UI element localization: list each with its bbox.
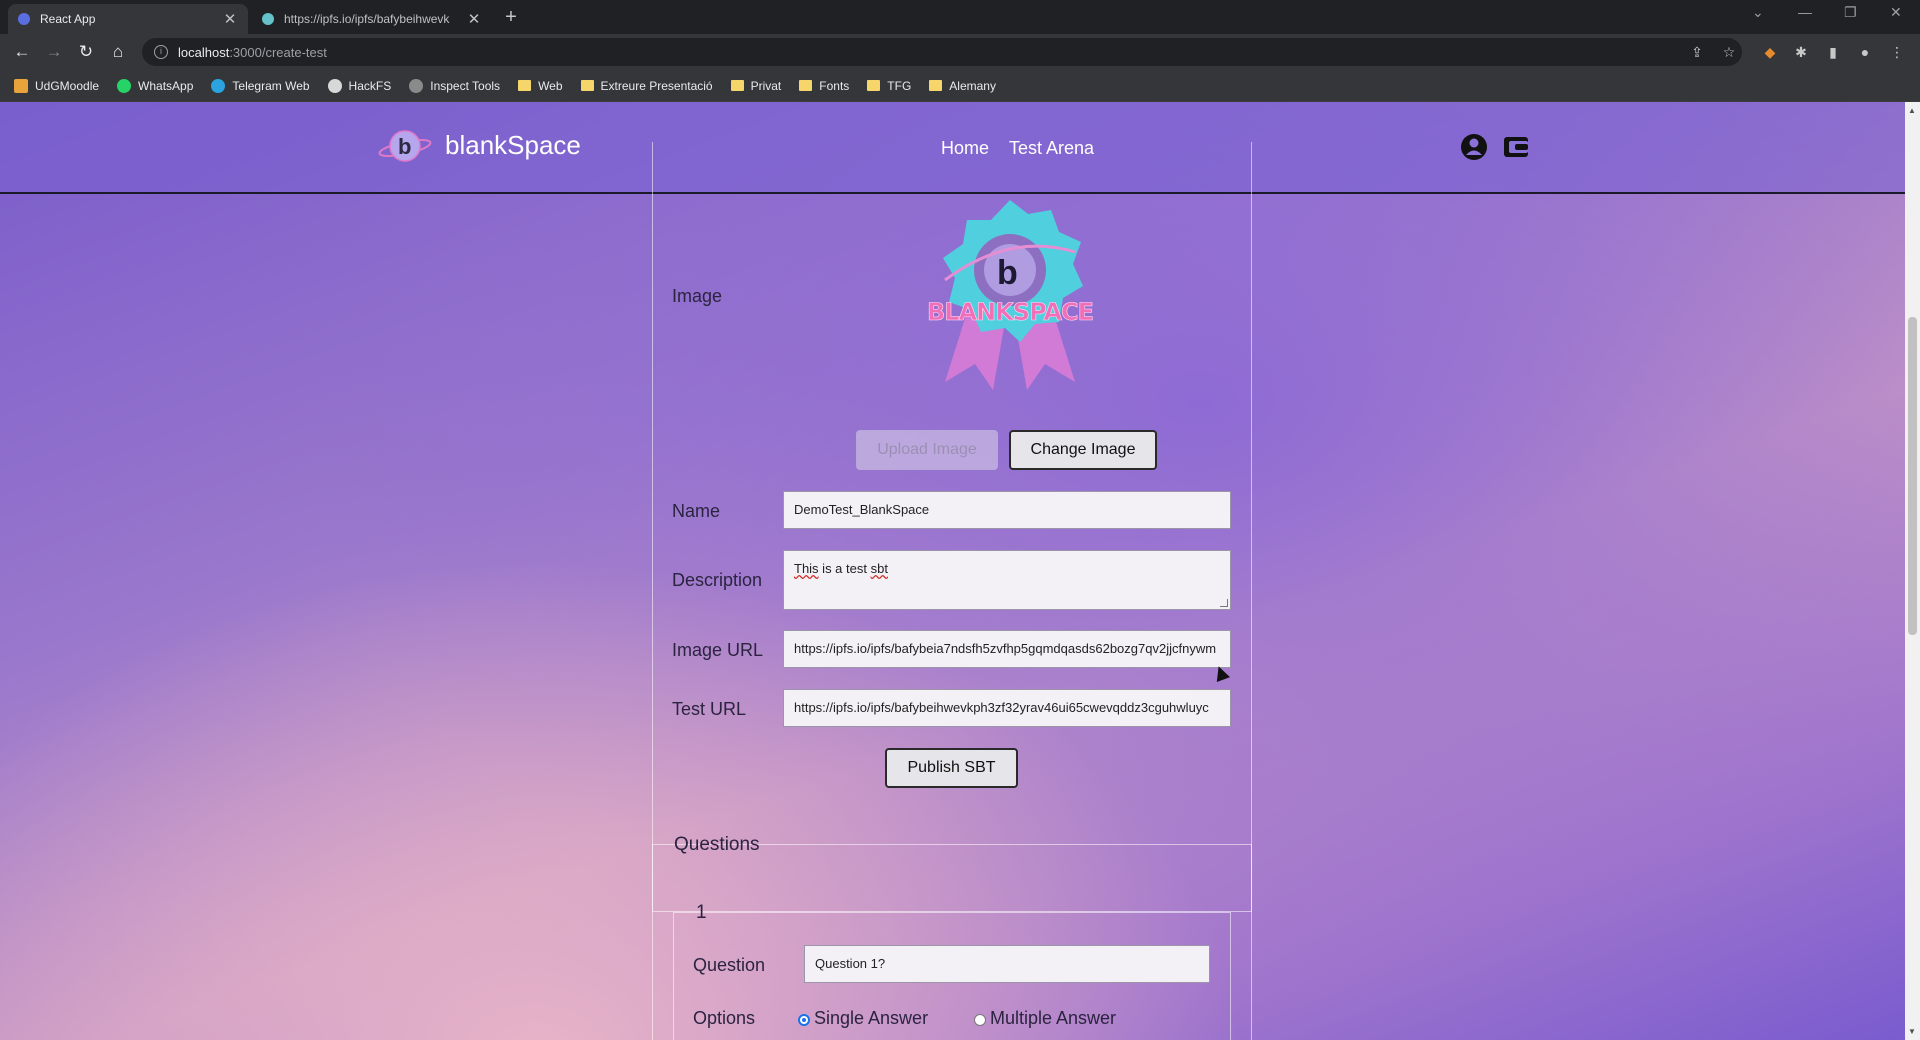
scroll-up-icon[interactable]: ▲	[1908, 106, 1916, 115]
bookmark-privat[interactable]: Privat	[730, 79, 781, 93]
restore-icon[interactable]: ❐	[1844, 4, 1857, 21]
test-url-input[interactable]: https://ipfs.io/ipfs/bafybeihwevkph3zf32…	[783, 689, 1231, 727]
description-word-2: sbt	[870, 561, 888, 576]
close-tab-icon[interactable]: ✕	[466, 10, 482, 28]
wallet-icon[interactable]	[1501, 132, 1531, 162]
bookmark-star-icon[interactable]: ☆	[1719, 42, 1739, 62]
bookmark-telegram[interactable]: Telegram Web	[211, 78, 310, 93]
tab-strip: React App ✕ https://ipfs.io/ipfs/bafybei…	[0, 0, 1920, 34]
description-label: Description	[672, 570, 763, 590]
bookmark-hackfs[interactable]: HackFS	[327, 78, 391, 93]
whatsapp-icon	[117, 78, 132, 93]
sbt-badge-image: b BLANKSPACE	[927, 200, 1094, 390]
options-label: Options	[693, 1008, 756, 1028]
image-label: Image	[672, 286, 723, 306]
change-image-button[interactable]: Change Image	[1009, 430, 1157, 470]
close-tab-icon[interactable]: ✕	[222, 10, 238, 28]
description-word-1: This	[794, 561, 819, 576]
folder-icon	[580, 80, 594, 91]
folder-icon	[518, 80, 532, 91]
url-path: :3000/create-test	[229, 44, 327, 60]
questions-legend: Questions	[674, 834, 760, 855]
address-bar[interactable]: i localhost:3000/create-test	[142, 38, 1742, 66]
react-favicon-icon	[18, 13, 30, 25]
page-scrollbar[interactable]: ▲ ▼	[1905, 102, 1920, 1040]
reload-icon[interactable]: ↻	[74, 40, 98, 64]
scrollbar-thumb[interactable]	[1908, 317, 1917, 635]
minimize-icon[interactable]: —	[1798, 4, 1812, 20]
moodle-icon	[14, 78, 28, 93]
publish-sbt-button[interactable]: Publish SBT	[885, 748, 1018, 788]
user-account-icon[interactable]	[1459, 132, 1489, 162]
scroll-down-icon[interactable]: ▼	[1908, 1027, 1916, 1036]
bookmark-web[interactable]: Web	[518, 79, 563, 93]
name-input[interactable]: DemoTest_BlankSpace	[783, 491, 1231, 529]
bookmark-whatsapp[interactable]: WhatsApp	[117, 78, 193, 93]
bookmark-alemany[interactable]: Alemany	[929, 79, 996, 93]
url-host: localhost	[178, 44, 230, 60]
blankspace-logo-icon[interactable]: b	[378, 124, 432, 168]
upload-image-button[interactable]: Upload Image	[856, 430, 998, 470]
bookmark-udgmoodle[interactable]: UdGMoodle	[14, 78, 99, 93]
svg-text:b: b	[398, 134, 411, 159]
bookmarks-bar: UdGMoodle WhatsApp Telegram Web HackFS I…	[0, 70, 1920, 102]
profile-avatar-icon[interactable]: ●	[1855, 42, 1875, 62]
side-panel-icon[interactable]: ▮	[1823, 42, 1843, 62]
bookmark-extreure[interactable]: Extreure Presentació	[580, 79, 713, 93]
ipfs-favicon-icon	[262, 13, 274, 25]
hackfs-icon	[327, 78, 342, 93]
forward-icon[interactable]: →	[42, 40, 66, 64]
tab-search-icon[interactable]: ⌄	[1752, 4, 1764, 21]
question-number: 1	[696, 902, 707, 923]
tab-title: https://ipfs.io/ipfs/bafybeihwevk	[284, 12, 450, 26]
single-answer-label[interactable]: Single Answer	[814, 1008, 928, 1029]
extensions-icon[interactable]: ✱	[1791, 42, 1811, 62]
description-mid: is a test	[818, 561, 871, 576]
name-label: Name	[672, 501, 721, 521]
resize-handle-icon[interactable]	[1220, 599, 1228, 607]
metamask-extension-icon[interactable]: ◆	[1760, 42, 1780, 62]
single-answer-radio[interactable]	[798, 1014, 810, 1026]
multiple-answer-label[interactable]: Multiple Answer	[990, 1008, 1116, 1029]
bookmark-inspect-tools[interactable]: Inspect Tools	[409, 78, 500, 93]
description-textarea[interactable]: This is a test sbt	[783, 550, 1231, 610]
folder-icon	[867, 80, 881, 91]
new-tab-icon[interactable]: +	[499, 6, 523, 30]
menu-kebab-icon[interactable]: ⋮	[1887, 42, 1907, 62]
home-icon[interactable]: ⌂	[106, 40, 130, 64]
test-url-label: Test URL	[672, 699, 747, 719]
share-icon[interactable]: ⇪	[1687, 42, 1707, 62]
badge-text: BLANKSPACE	[927, 298, 1093, 326]
close-window-icon[interactable]: ✕	[1890, 4, 1902, 21]
tab-ipfs[interactable]: https://ipfs.io/ipfs/bafybeihwevk ✕	[252, 4, 492, 34]
image-url-label: Image URL	[672, 640, 764, 660]
site-info-icon[interactable]: i	[154, 45, 168, 59]
folder-icon	[730, 80, 744, 91]
question-label: Question	[693, 955, 766, 975]
globe-icon	[409, 78, 424, 93]
tab-react-app[interactable]: React App ✕	[8, 4, 248, 34]
telegram-icon	[211, 78, 226, 93]
bookmark-fonts[interactable]: Fonts	[799, 79, 849, 93]
browser-toolbar: ← → ↻ ⌂ i localhost:3000/create-test ⇪ ☆…	[0, 34, 1920, 70]
page-content: b blankSpace Home Test Arena Image b BLA…	[0, 102, 1905, 1040]
image-url-input[interactable]: https://ipfs.io/ipfs/bafybeia7ndsfh5zvfh…	[783, 630, 1231, 668]
folder-icon	[799, 80, 813, 91]
multiple-answer-radio[interactable]	[974, 1014, 986, 1026]
bookmark-tfg[interactable]: TFG	[867, 79, 911, 93]
brand-name[interactable]: blankSpace	[445, 130, 581, 161]
back-icon[interactable]: ←	[10, 40, 34, 64]
tab-title: React App	[40, 12, 96, 26]
question-input[interactable]: Question 1?	[804, 945, 1210, 983]
folder-icon	[929, 80, 943, 91]
svg-text:b: b	[997, 254, 1018, 292]
